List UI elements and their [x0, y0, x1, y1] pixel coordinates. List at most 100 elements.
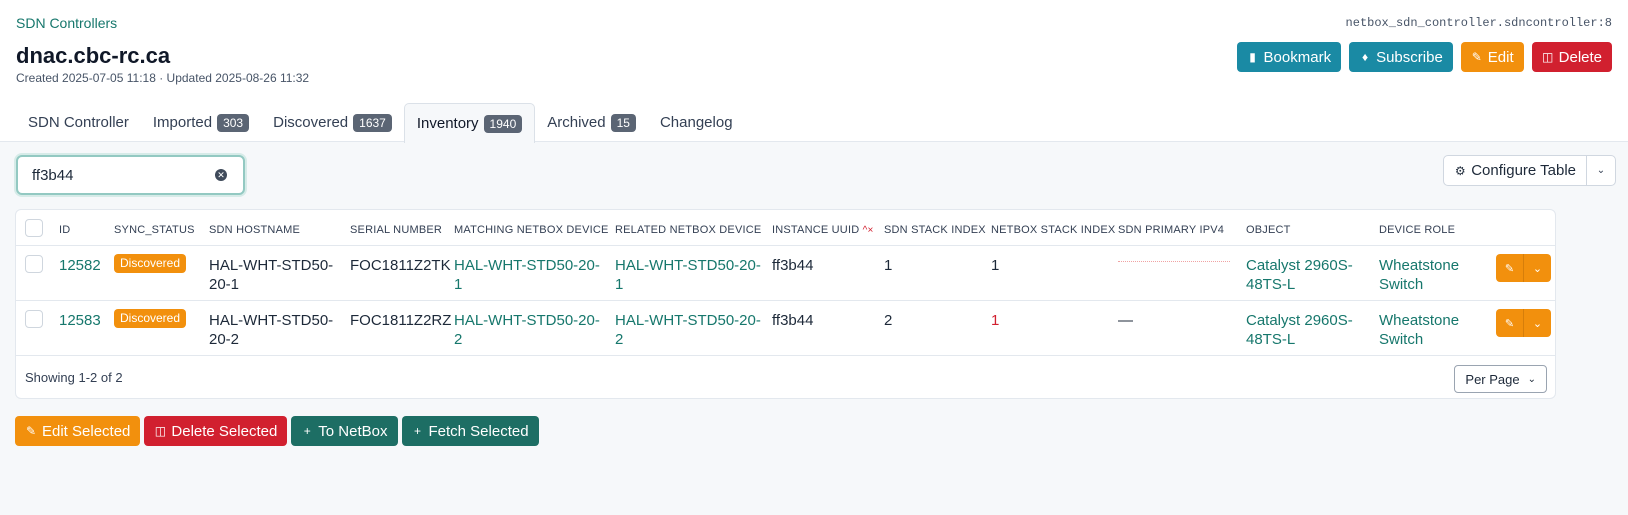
redacted-ipv4 — [1118, 261, 1230, 269]
edit-label: Edit — [1487, 48, 1514, 66]
tab-label: SDN Controller — [28, 114, 129, 131]
configure-table-button[interactable]: ⚙ Configure Table — [1444, 156, 1587, 185]
to-netbox-button[interactable]: + To NetBox — [291, 416, 398, 446]
column-header-sdn-stack-index[interactable]: SDN STACK INDEX — [884, 224, 986, 236]
delete-label: Delete — [1558, 48, 1602, 66]
column-header-instance-uuid[interactable]: INSTANCE UUID ^× — [772, 224, 874, 236]
chevron-down-icon[interactable]: ⌄ — [1524, 254, 1551, 282]
object-link[interactable]: Catalyst 2960S- 48TS-L — [1246, 311, 1353, 349]
tab-changelog[interactable]: Changelog — [648, 103, 745, 142]
fetch-selected-button[interactable]: + Fetch Selected — [401, 416, 539, 446]
pencil-icon: ✎ — [25, 424, 37, 438]
bookmark-button[interactable]: ▮ Bookmark — [1236, 42, 1342, 72]
per-page-label: Per Page — [1465, 371, 1520, 387]
row-actions: ✎ ⌄ — [1496, 254, 1551, 282]
object-tabs: SDN Controller Imported 303 Discovered 1… — [16, 103, 745, 143]
edit-selected-button[interactable]: ✎ Edit Selected — [15, 416, 141, 446]
count-badge: 1637 — [353, 113, 392, 132]
column-header-netbox-stack-index[interactable]: NETBOX STACK INDEX — [991, 224, 1115, 236]
inventory-table-card: ID SYNC_STATUS SDN HOSTNAME SERIAL NUMBE… — [15, 209, 1556, 399]
row-checkbox[interactable] — [25, 255, 43, 273]
object-link[interactable]: Catalyst 2960S- 48TS-L — [1246, 256, 1353, 294]
breadcrumb[interactable]: SDN Controllers — [16, 15, 117, 31]
column-header-sdn-primary-ipv4[interactable]: SDN PRIMARY IPV4 — [1118, 224, 1224, 236]
pencil-icon[interactable]: ✎ — [1496, 254, 1524, 282]
trash-icon: ◫ — [154, 424, 167, 438]
column-header-sdn-hostname[interactable]: SDN HOSTNAME — [209, 224, 300, 236]
status-badge: Discovered — [114, 254, 187, 273]
tab-discovered[interactable]: Discovered 1637 — [261, 103, 404, 142]
column-header-device-role[interactable]: DEVICE ROLE — [1379, 224, 1455, 236]
tab-imported[interactable]: Imported 303 — [141, 103, 261, 142]
page-header: SDN Controllers netbox_sdn_controller.sd… — [0, 0, 1628, 143]
row-checkbox[interactable] — [25, 310, 43, 328]
per-page-dropdown[interactable]: Per Page ⌄ — [1454, 365, 1547, 393]
serial-number: FOC1811Z2TK — [350, 257, 451, 274]
trash-icon: ◫ — [1541, 50, 1554, 64]
matching-device-link[interactable]: HAL-WHT-STD50-20- 1 — [454, 256, 600, 294]
sdn-stack-index: 2 — [884, 312, 893, 329]
fetch-selected-label: Fetch Selected — [428, 422, 529, 440]
configure-table-label: Configure Table — [1471, 162, 1576, 179]
subscribe-label: Subscribe — [1376, 48, 1443, 66]
pencil-icon: ✎ — [1471, 50, 1482, 64]
netbox-stack-index: 1 — [991, 257, 1000, 274]
tab-label: Discovered — [273, 114, 349, 131]
select-all-checkbox[interactable] — [25, 219, 43, 237]
sdn-stack-index: 1 — [884, 257, 893, 274]
plus-icon: + — [303, 424, 311, 438]
chevron-down-icon: ⌄ — [1596, 165, 1606, 176]
netbox-stack-index: 1 — [991, 312, 1000, 329]
table-footer: Showing 1-2 of 2 Per Page ⌄ — [16, 356, 1555, 398]
column-header-label: INSTANCE UUID — [772, 224, 860, 236]
object-actions: ▮ Bookmark ♦ Subscribe ✎ Edit ◫ Delete — [1236, 42, 1612, 72]
tab-inventory[interactable]: Inventory 1940 — [403, 103, 536, 143]
gear-icon: ⚙ — [1454, 163, 1466, 178]
object-reference: netbox_sdn_controller.sdncontroller:8 — [1345, 16, 1612, 30]
page-title: dnac.cbc-rc.ca — [16, 43, 171, 68]
bulk-actions: ✎ Edit Selected ◫ Delete Selected + To N… — [15, 416, 539, 446]
column-header-id[interactable]: ID — [59, 224, 70, 236]
delete-selected-label: Delete Selected — [171, 422, 278, 440]
subscribe-button[interactable]: ♦ Subscribe — [1349, 42, 1453, 72]
delete-button[interactable]: ◫ Delete — [1531, 42, 1612, 72]
status-badge: Discovered — [114, 309, 187, 328]
table-row: 12582 Discovered HAL-WHT-STD50- 20-1 FOC1… — [16, 246, 1555, 301]
instance-uuid: ff3b44 — [772, 257, 814, 274]
tab-label: Changelog — [659, 114, 733, 131]
chevron-down-icon[interactable]: ⌄ — [1524, 309, 1551, 337]
serial-number: FOC1811Z2RZ — [350, 312, 452, 329]
edit-button[interactable]: ✎ Edit — [1460, 42, 1524, 72]
device-role-link[interactable]: Wheatstone Switch — [1379, 311, 1459, 349]
pencil-icon[interactable]: ✎ — [1496, 309, 1524, 337]
delete-selected-button[interactable]: ◫ Delete Selected — [144, 416, 288, 446]
configure-table-group: ⚙ Configure Table ⌄ — [1443, 155, 1616, 186]
tab-sdn-controller[interactable]: SDN Controller — [16, 103, 141, 142]
count-badge: 303 — [217, 113, 250, 132]
related-device-link[interactable]: HAL-WHT-STD50-20- 2 — [615, 311, 761, 349]
row-id-link[interactable]: 12583 — [59, 311, 101, 330]
column-header-object[interactable]: OBJECT — [1246, 224, 1291, 236]
bookmark-icon: ▮ — [1249, 50, 1256, 64]
search-input[interactable] — [32, 166, 212, 184]
to-netbox-label: To NetBox — [318, 422, 388, 440]
count-badge: 15 — [610, 113, 636, 132]
created-updated-meta: Created 2025-07-05 11:18 · Updated 2025-… — [16, 71, 310, 85]
related-device-link[interactable]: HAL-WHT-STD50-20- 1 — [615, 256, 761, 294]
tab-archived[interactable]: Archived 15 — [535, 103, 648, 142]
plus-icon: + — [413, 424, 421, 438]
column-header-related-device[interactable]: RELATED NETBOX DEVICE — [615, 224, 761, 236]
column-header-sync-status[interactable]: SYNC_STATUS — [114, 224, 195, 236]
row-id-link[interactable]: 12582 — [59, 256, 101, 275]
table-header: ID SYNC_STATUS SDN HOSTNAME SERIAL NUMBE… — [16, 210, 1555, 246]
configure-table-dropdown[interactable]: ⌄ — [1587, 156, 1615, 185]
device-role-link[interactable]: Wheatstone Switch — [1379, 256, 1459, 294]
edit-selected-label: Edit Selected — [42, 422, 131, 440]
sort-clear-icon[interactable]: ^× — [863, 225, 874, 236]
column-header-serial-number[interactable]: SERIAL NUMBER — [350, 224, 442, 236]
tab-label: Inventory — [416, 115, 479, 132]
column-header-matching-device[interactable]: MATCHING NETBOX DEVICE — [454, 224, 609, 236]
clear-icon[interactable]: ✕ — [215, 169, 227, 181]
matching-device-link[interactable]: HAL-WHT-STD50-20- 2 — [454, 311, 600, 349]
sdn-hostname: HAL-WHT-STD50- 20-1 — [209, 257, 334, 293]
